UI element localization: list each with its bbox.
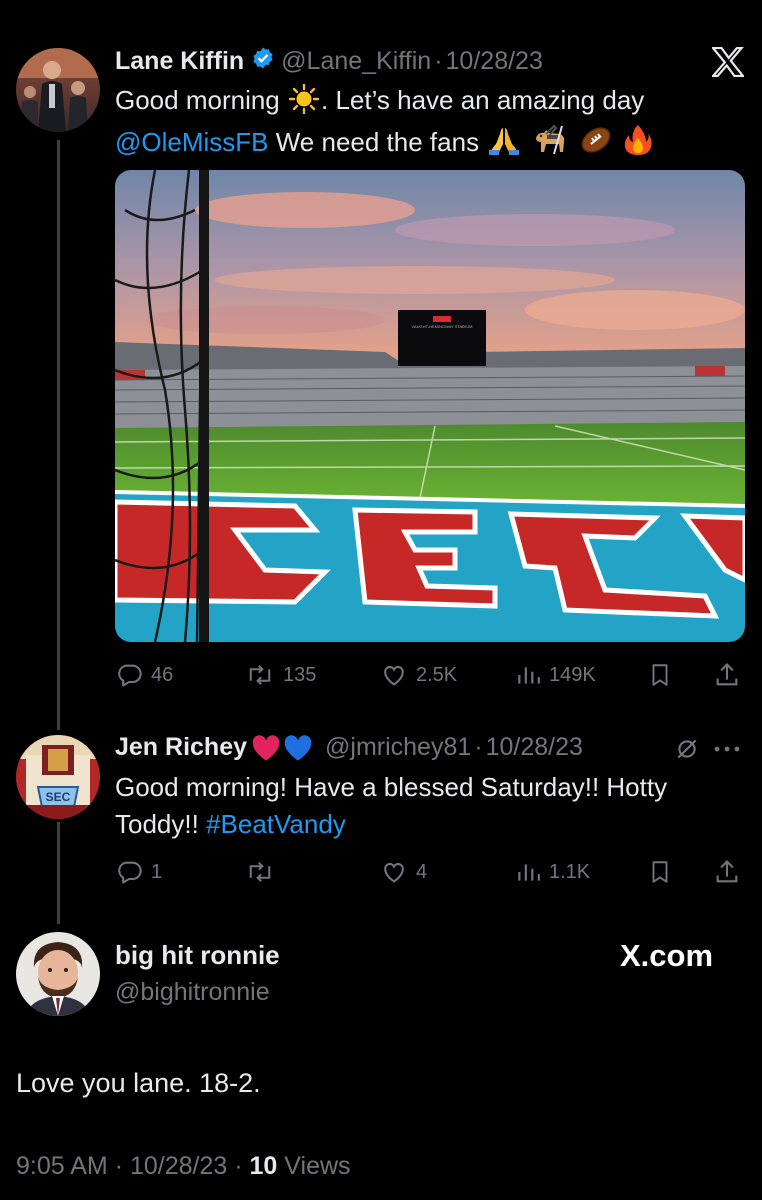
reply-icon <box>118 861 142 884</box>
reply-text: Love you lane. 18-2. <box>16 1068 261 1098</box>
separator-dot: · <box>114 1152 124 1180</box>
reply-date[interactable]: 10/28/23 <box>130 1152 227 1180</box>
user-handle[interactable]: @Lane_Kiffin <box>281 47 431 76</box>
tweet-date[interactable]: 10/28/23 <box>446 47 543 76</box>
x-logo-icon <box>710 46 746 82</box>
views-button[interactable]: 1.1K <box>515 852 590 892</box>
tweet-actions: 46 135 2.5K 149K <box>115 655 745 695</box>
tweet-text-line-1: Good morning! Have a blessed Saturday!! … <box>115 772 668 802</box>
tweet-text: Good morning . Let’s have an amazing day… <box>115 82 745 166</box>
tweet-text: Good morning! Have a blessed Saturday!! … <box>115 769 745 843</box>
hashtag-link[interactable]: #BeatVandy <box>206 809 346 839</box>
heart-emoji-icon <box>252 734 280 760</box>
tweet-text-part-3: We need the fans <box>268 127 480 157</box>
thread-line-1 <box>57 140 60 730</box>
reply-display-name[interactable]: big hit ronnie <box>115 940 280 971</box>
like-icon <box>384 862 404 883</box>
reply-views-label: Views <box>284 1152 351 1180</box>
like-button[interactable]: 2.5K <box>380 655 457 695</box>
more-icon[interactable] <box>712 742 742 760</box>
reply-user-handle[interactable]: @bighitronnie <box>115 978 270 1007</box>
like-count: 2.5K <box>416 663 458 686</box>
repost-button[interactable]: 135 <box>245 655 316 695</box>
tweet-date[interactable]: 10/28/23 <box>486 733 583 762</box>
avatar-big-hit-ronnie[interactable] <box>16 932 100 1016</box>
mute-icon[interactable] <box>674 736 700 767</box>
bookmark-button[interactable] <box>647 655 673 695</box>
share-button[interactable] <box>713 655 741 695</box>
reply-count: 46 <box>151 663 174 686</box>
views-button[interactable]: 149K <box>515 655 596 695</box>
repost-icon <box>249 862 271 882</box>
separator-dot: · <box>434 47 443 75</box>
tweet-text-line-2: Toddy!! <box>115 809 207 839</box>
display-name[interactable]: Jen Richey <box>115 733 247 762</box>
verified-badge-icon <box>251 46 275 77</box>
blue-heart-emoji-icon <box>284 734 312 760</box>
avatar-badge-text: SEC <box>46 790 71 804</box>
separator-dot: · <box>474 733 483 761</box>
like-icon <box>384 665 404 686</box>
reply-views-count: 10 <box>249 1152 278 1180</box>
scoreboard-subtitle: VAUGHT-HEMINGWAY STADIUM <box>412 324 473 329</box>
reply-button[interactable]: 1 <box>115 852 162 892</box>
tweet-text-part-2: . Let’s have an amazing day <box>321 85 645 115</box>
repost-button[interactable] <box>245 852 283 892</box>
views-icon <box>518 864 540 881</box>
separator-dot: · <box>234 1152 243 1180</box>
avatar-lane-kiffin[interactable] <box>16 48 100 132</box>
reply-button[interactable]: 46 <box>115 655 173 695</box>
praying-hands-emoji-icon <box>488 124 520 166</box>
tweet-header: Lane Kiffin @Lane_Kiffin · 10/28/23 <box>115 46 543 77</box>
user-handle[interactable]: @jmrichey81 <box>325 733 471 762</box>
repost-count: 135 <box>283 663 317 686</box>
thread-line-2 <box>57 822 60 924</box>
reply-icon <box>118 664 142 687</box>
views-icon <box>518 667 540 684</box>
tweet-actions: 1 4 1.1K <box>115 852 745 892</box>
bookmark-button[interactable] <box>647 852 673 892</box>
tweet-text-part-1: Good morning <box>115 85 280 115</box>
share-button[interactable] <box>713 852 741 892</box>
tweet-header: Jen Richey @jmrichey81 · 10/28/23 <box>115 733 583 762</box>
tweet-media-image[interactable]: VAUGHT-HEMINGWAY STADIUM <box>115 170 745 642</box>
like-button[interactable]: 4 <box>380 852 427 892</box>
name-emojis <box>251 734 313 762</box>
like-count: 4 <box>416 860 428 883</box>
share-icon <box>716 860 738 883</box>
views-count: 149K <box>549 663 596 686</box>
guide-dog-emoji-icon <box>532 124 568 166</box>
x-com-brand: X.com <box>620 938 714 973</box>
bookmark-icon <box>652 664 668 686</box>
fire-emoji-icon <box>624 124 652 166</box>
football-emoji-icon <box>579 124 613 166</box>
avatar-jen-richey[interactable]: SEC <box>16 735 100 819</box>
reply-count: 1 <box>151 860 163 883</box>
reply-time[interactable]: 9:05 AM <box>16 1152 108 1180</box>
share-icon <box>716 663 738 686</box>
views-count: 1.1K <box>549 860 591 883</box>
reply-meta: 9:05 AM · 10/28/23 · 10 Views <box>16 1152 351 1181</box>
display-name[interactable]: Lane Kiffin <box>115 47 244 76</box>
bookmark-icon <box>652 861 668 883</box>
mention-link[interactable]: @OleMissFB <box>115 127 269 157</box>
sun-emoji-icon <box>288 83 320 124</box>
repost-icon <box>249 665 271 685</box>
